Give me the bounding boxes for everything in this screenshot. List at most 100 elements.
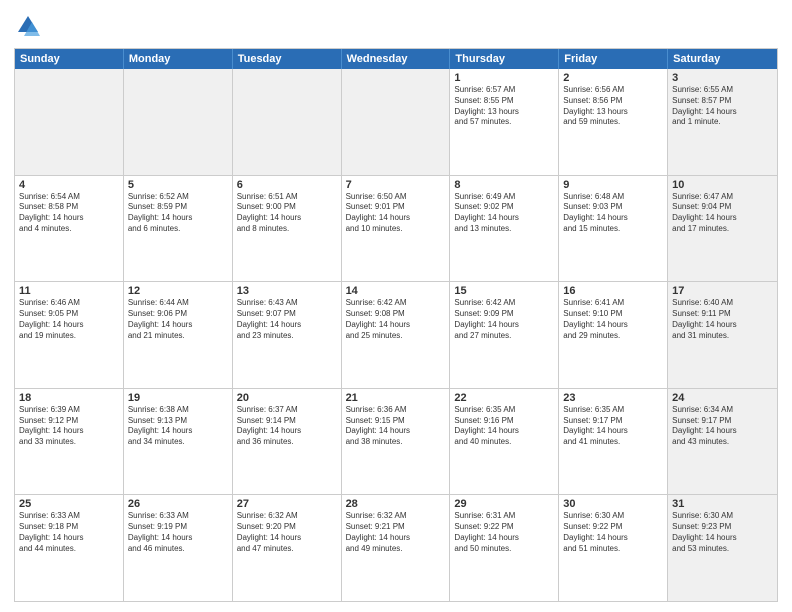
day-info: Sunrise: 6:31 AM Sunset: 9:22 PM Dayligh… [454, 511, 554, 554]
calendar-cell-21: 21Sunrise: 6:36 AM Sunset: 9:15 PM Dayli… [342, 389, 451, 495]
day-number: 3 [672, 72, 773, 84]
day-number: 14 [346, 285, 446, 297]
day-info: Sunrise: 6:42 AM Sunset: 9:08 PM Dayligh… [346, 298, 446, 341]
calendar-cell-7: 7Sunrise: 6:50 AM Sunset: 9:01 PM Daylig… [342, 176, 451, 282]
day-info: Sunrise: 6:48 AM Sunset: 9:03 PM Dayligh… [563, 192, 663, 235]
day-number: 24 [672, 392, 773, 404]
day-info: Sunrise: 6:38 AM Sunset: 9:13 PM Dayligh… [128, 405, 228, 448]
calendar-cell-2: 2Sunrise: 6:56 AM Sunset: 8:56 PM Daylig… [559, 69, 668, 175]
day-number: 13 [237, 285, 337, 297]
header-day-monday: Monday [124, 49, 233, 69]
day-number: 11 [19, 285, 119, 297]
day-number: 16 [563, 285, 663, 297]
day-number: 7 [346, 179, 446, 191]
day-info: Sunrise: 6:35 AM Sunset: 9:17 PM Dayligh… [563, 405, 663, 448]
day-info: Sunrise: 6:43 AM Sunset: 9:07 PM Dayligh… [237, 298, 337, 341]
day-number: 9 [563, 179, 663, 191]
header-day-wednesday: Wednesday [342, 49, 451, 69]
calendar-cell-12: 12Sunrise: 6:44 AM Sunset: 9:06 PM Dayli… [124, 282, 233, 388]
calendar-cell-26: 26Sunrise: 6:33 AM Sunset: 9:19 PM Dayli… [124, 495, 233, 601]
day-number: 15 [454, 285, 554, 297]
day-number: 5 [128, 179, 228, 191]
calendar-cell-9: 9Sunrise: 6:48 AM Sunset: 9:03 PM Daylig… [559, 176, 668, 282]
day-info: Sunrise: 6:34 AM Sunset: 9:17 PM Dayligh… [672, 405, 773, 448]
calendar-cell-18: 18Sunrise: 6:39 AM Sunset: 9:12 PM Dayli… [15, 389, 124, 495]
calendar-week-1: 1Sunrise: 6:57 AM Sunset: 8:55 PM Daylig… [15, 69, 777, 176]
day-number: 17 [672, 285, 773, 297]
day-number: 20 [237, 392, 337, 404]
day-number: 31 [672, 498, 773, 510]
calendar-week-2: 4Sunrise: 6:54 AM Sunset: 8:58 PM Daylig… [15, 176, 777, 283]
page: SundayMondayTuesdayWednesdayThursdayFrid… [0, 0, 792, 612]
day-number: 4 [19, 179, 119, 191]
calendar-cell-13: 13Sunrise: 6:43 AM Sunset: 9:07 PM Dayli… [233, 282, 342, 388]
header-day-thursday: Thursday [450, 49, 559, 69]
calendar-cell-empty-1 [124, 69, 233, 175]
day-number: 30 [563, 498, 663, 510]
header [14, 12, 778, 40]
day-info: Sunrise: 6:33 AM Sunset: 9:18 PM Dayligh… [19, 511, 119, 554]
day-number: 19 [128, 392, 228, 404]
calendar-cell-5: 5Sunrise: 6:52 AM Sunset: 8:59 PM Daylig… [124, 176, 233, 282]
day-info: Sunrise: 6:30 AM Sunset: 9:23 PM Dayligh… [672, 511, 773, 554]
calendar-cell-15: 15Sunrise: 6:42 AM Sunset: 9:09 PM Dayli… [450, 282, 559, 388]
calendar-cell-10: 10Sunrise: 6:47 AM Sunset: 9:04 PM Dayli… [668, 176, 777, 282]
day-number: 28 [346, 498, 446, 510]
day-info: Sunrise: 6:47 AM Sunset: 9:04 PM Dayligh… [672, 192, 773, 235]
calendar-cell-3: 3Sunrise: 6:55 AM Sunset: 8:57 PM Daylig… [668, 69, 777, 175]
day-info: Sunrise: 6:30 AM Sunset: 9:22 PM Dayligh… [563, 511, 663, 554]
calendar-body: 1Sunrise: 6:57 AM Sunset: 8:55 PM Daylig… [15, 69, 777, 601]
day-number: 12 [128, 285, 228, 297]
day-number: 26 [128, 498, 228, 510]
calendar-cell-empty-3 [342, 69, 451, 175]
day-info: Sunrise: 6:39 AM Sunset: 9:12 PM Dayligh… [19, 405, 119, 448]
calendar-cell-4: 4Sunrise: 6:54 AM Sunset: 8:58 PM Daylig… [15, 176, 124, 282]
day-number: 2 [563, 72, 663, 84]
day-number: 8 [454, 179, 554, 191]
header-day-tuesday: Tuesday [233, 49, 342, 69]
day-info: Sunrise: 6:55 AM Sunset: 8:57 PM Dayligh… [672, 85, 773, 128]
day-number: 1 [454, 72, 554, 84]
day-info: Sunrise: 6:32 AM Sunset: 9:21 PM Dayligh… [346, 511, 446, 554]
calendar-cell-22: 22Sunrise: 6:35 AM Sunset: 9:16 PM Dayli… [450, 389, 559, 495]
calendar-cell-24: 24Sunrise: 6:34 AM Sunset: 9:17 PM Dayli… [668, 389, 777, 495]
day-info: Sunrise: 6:42 AM Sunset: 9:09 PM Dayligh… [454, 298, 554, 341]
calendar-cell-25: 25Sunrise: 6:33 AM Sunset: 9:18 PM Dayli… [15, 495, 124, 601]
calendar-cell-31: 31Sunrise: 6:30 AM Sunset: 9:23 PM Dayli… [668, 495, 777, 601]
calendar-cell-empty-0 [15, 69, 124, 175]
logo [14, 12, 46, 40]
calendar-cell-11: 11Sunrise: 6:46 AM Sunset: 9:05 PM Dayli… [15, 282, 124, 388]
calendar-cell-20: 20Sunrise: 6:37 AM Sunset: 9:14 PM Dayli… [233, 389, 342, 495]
day-info: Sunrise: 6:46 AM Sunset: 9:05 PM Dayligh… [19, 298, 119, 341]
logo-icon [14, 12, 42, 40]
header-day-saturday: Saturday [668, 49, 777, 69]
calendar-cell-19: 19Sunrise: 6:38 AM Sunset: 9:13 PM Dayli… [124, 389, 233, 495]
calendar-cell-8: 8Sunrise: 6:49 AM Sunset: 9:02 PM Daylig… [450, 176, 559, 282]
day-info: Sunrise: 6:33 AM Sunset: 9:19 PM Dayligh… [128, 511, 228, 554]
calendar-cell-16: 16Sunrise: 6:41 AM Sunset: 9:10 PM Dayli… [559, 282, 668, 388]
calendar-cell-17: 17Sunrise: 6:40 AM Sunset: 9:11 PM Dayli… [668, 282, 777, 388]
day-info: Sunrise: 6:50 AM Sunset: 9:01 PM Dayligh… [346, 192, 446, 235]
calendar: SundayMondayTuesdayWednesdayThursdayFrid… [14, 48, 778, 602]
day-info: Sunrise: 6:32 AM Sunset: 9:20 PM Dayligh… [237, 511, 337, 554]
calendar-cell-14: 14Sunrise: 6:42 AM Sunset: 9:08 PM Dayli… [342, 282, 451, 388]
day-info: Sunrise: 6:37 AM Sunset: 9:14 PM Dayligh… [237, 405, 337, 448]
calendar-cell-30: 30Sunrise: 6:30 AM Sunset: 9:22 PM Dayli… [559, 495, 668, 601]
calendar-header: SundayMondayTuesdayWednesdayThursdayFrid… [15, 49, 777, 69]
day-info: Sunrise: 6:49 AM Sunset: 9:02 PM Dayligh… [454, 192, 554, 235]
day-number: 25 [19, 498, 119, 510]
day-info: Sunrise: 6:51 AM Sunset: 9:00 PM Dayligh… [237, 192, 337, 235]
day-info: Sunrise: 6:35 AM Sunset: 9:16 PM Dayligh… [454, 405, 554, 448]
day-number: 6 [237, 179, 337, 191]
day-number: 18 [19, 392, 119, 404]
calendar-week-4: 18Sunrise: 6:39 AM Sunset: 9:12 PM Dayli… [15, 389, 777, 496]
calendar-cell-1: 1Sunrise: 6:57 AM Sunset: 8:55 PM Daylig… [450, 69, 559, 175]
calendar-cell-29: 29Sunrise: 6:31 AM Sunset: 9:22 PM Dayli… [450, 495, 559, 601]
day-info: Sunrise: 6:40 AM Sunset: 9:11 PM Dayligh… [672, 298, 773, 341]
day-info: Sunrise: 6:36 AM Sunset: 9:15 PM Dayligh… [346, 405, 446, 448]
day-number: 29 [454, 498, 554, 510]
header-day-friday: Friday [559, 49, 668, 69]
calendar-cell-6: 6Sunrise: 6:51 AM Sunset: 9:00 PM Daylig… [233, 176, 342, 282]
day-number: 10 [672, 179, 773, 191]
calendar-cell-27: 27Sunrise: 6:32 AM Sunset: 9:20 PM Dayli… [233, 495, 342, 601]
